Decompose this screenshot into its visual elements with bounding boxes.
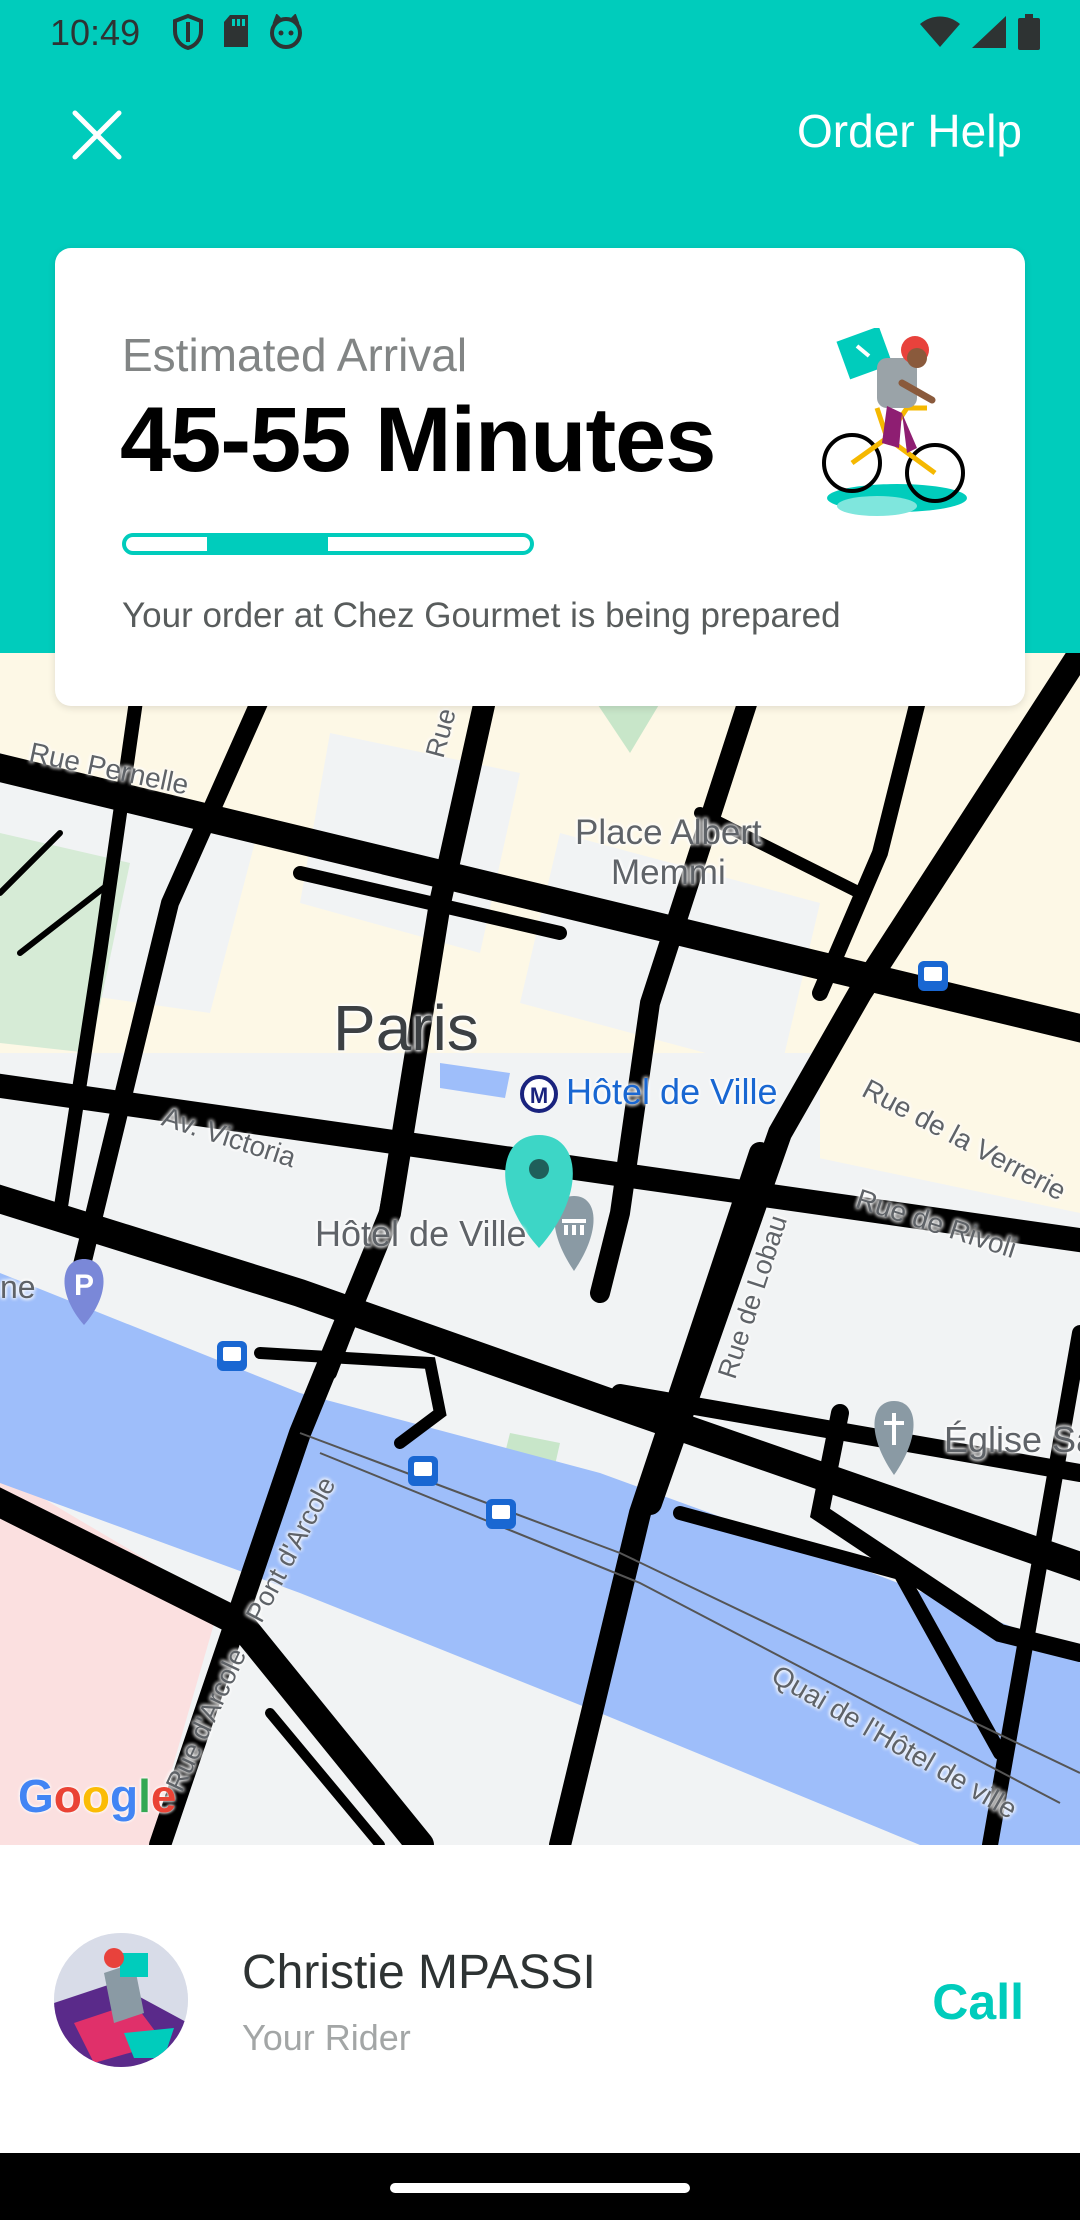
map-canvas: M P	[0, 653, 1080, 1845]
battery-icon	[1018, 14, 1040, 50]
wifi-icon	[920, 16, 960, 47]
sd-card-icon	[224, 15, 248, 47]
signal-icon	[972, 16, 1006, 48]
order-help-button[interactable]: Order Help	[797, 104, 1022, 158]
map-label-metro-station: Hôtel de Ville	[566, 1071, 778, 1112]
eta-label: Estimated Arrival	[122, 329, 468, 381]
map-label-hotel-de-ville: Hôtel de Ville	[315, 1213, 527, 1254]
svg-text:M: M	[530, 1083, 548, 1108]
rider-avatar-image	[54, 1933, 188, 2067]
shield-icon	[173, 14, 203, 50]
close-button[interactable]	[62, 100, 132, 170]
rider-avatar	[54, 1933, 188, 2067]
metro-icon: M	[520, 1075, 558, 1113]
bus-stop-icon	[408, 1456, 438, 1486]
rider-name: Christie MPASSI	[242, 1946, 596, 1999]
map-label-edge: ne	[0, 1269, 36, 1305]
cat-face-icon	[270, 14, 302, 49]
status-time: 10:49	[50, 12, 141, 53]
status-bar: 10:49	[0, 0, 1080, 66]
bus-stop-icon	[217, 1341, 247, 1371]
bus-stop-icon	[486, 1499, 516, 1529]
status-icons-right	[920, 14, 1040, 50]
svg-text:P: P	[74, 1269, 94, 1302]
map-label-place-albert: Place Albert Memmi	[575, 813, 762, 892]
status-icons-left	[172, 14, 304, 50]
eta-value: 45-55 Minutes	[120, 389, 716, 491]
eta-progress-fill	[206, 537, 328, 551]
home-indicator[interactable]	[390, 2183, 690, 2193]
church-icon	[874, 1401, 914, 1475]
rider-panel: Christie MPASSI Your Rider Call	[0, 1845, 1080, 2153]
map-label-eglise: Église Sa	[944, 1419, 1080, 1460]
delivery-map[interactable]: M P Rue Pernelle Rue du Renard Place Alb…	[0, 653, 1080, 1845]
rider-role: Your Rider	[242, 2017, 411, 2058]
map-label-paris: Paris	[333, 992, 479, 1064]
close-icon	[72, 110, 122, 160]
call-rider-button[interactable]: Call	[932, 1973, 1024, 2031]
eta-progress-bar	[122, 533, 534, 555]
order-status-message: Your order at Chez Gourmet is being prep…	[122, 596, 841, 635]
bus-stop-icon	[918, 961, 948, 991]
system-nav-bar	[0, 2153, 1080, 2220]
rider-on-bicycle-illustration	[822, 328, 967, 516]
google-logo: Google	[18, 1770, 177, 1822]
eta-card: Estimated Arrival 45-55 Minutes Your ord…	[55, 248, 1025, 706]
